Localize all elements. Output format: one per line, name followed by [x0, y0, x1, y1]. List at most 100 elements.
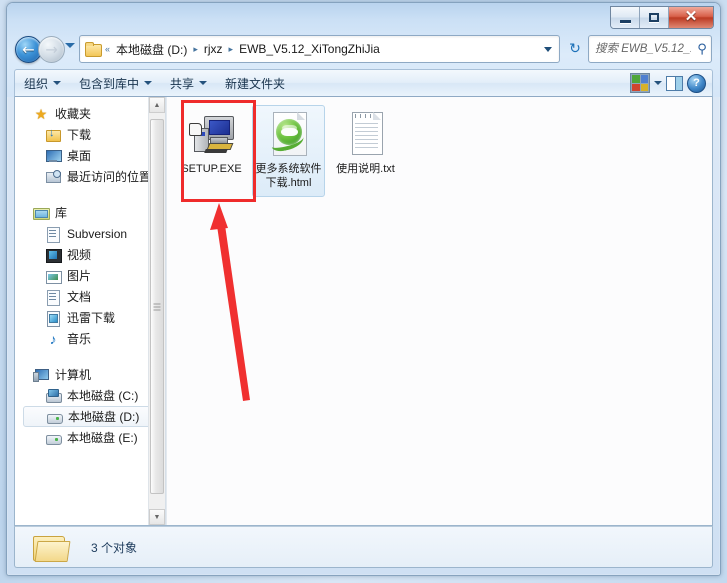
- chevron-down-icon[interactable]: [654, 81, 662, 85]
- xunlei-download-icon: [45, 310, 61, 327]
- chevron-right-icon[interactable]: ▸: [225, 44, 238, 55]
- keyboard-shadow-part: [203, 149, 228, 153]
- scrollbar-up-button[interactable]: ▲: [149, 97, 165, 113]
- sidebar-label-drive-e: 本地磁盘 (E:): [67, 431, 138, 445]
- scrollbar-thumb[interactable]: [150, 119, 164, 494]
- sidebar-label-drive-d: 本地磁盘 (D:): [68, 410, 140, 424]
- toolbar-new-folder[interactable]: 新建文件夹: [216, 70, 294, 96]
- chevron-down-icon[interactable]: [544, 46, 552, 52]
- refresh-button[interactable]: ↻: [563, 35, 587, 61]
- sidebar-item-favorites[interactable]: ★ 收藏夹: [15, 103, 165, 124]
- maximize-icon: [649, 13, 659, 22]
- title-bar: ✕: [7, 3, 720, 31]
- sidebar-label-downloads: 下载: [67, 128, 92, 142]
- navigation-pane-scrollbar[interactable]: ▲ ▼: [148, 97, 165, 525]
- sidebar-label-drive-c: 本地磁盘 (C:): [67, 389, 139, 403]
- sidebar-label-recent-places: 最近访问的位置: [67, 170, 152, 184]
- text-lines-part: [354, 123, 378, 149]
- toolbar-include-in-library[interactable]: 包含到库中: [70, 70, 161, 96]
- chevron-right-icon[interactable]: ▸: [189, 44, 202, 55]
- file-list-pane[interactable]: SETUP.EXE 更多系统软件下载.html 使用说明.txt: [166, 97, 712, 525]
- sidebar-label-favorites: 收藏夹: [55, 107, 92, 121]
- file-grid: SETUP.EXE 更多系统软件下载.html 使用说明.txt: [167, 97, 712, 197]
- minimize-button[interactable]: [611, 7, 640, 28]
- chevron-down-icon: [199, 81, 208, 85]
- toolbar-organize[interactable]: 组织: [15, 70, 70, 96]
- view-tile-4: [640, 83, 648, 91]
- breadcrumb-overflow[interactable]: «: [101, 44, 114, 54]
- sidebar-label-xunlei-download: 迅雷下载: [67, 311, 116, 325]
- music-icon: ♪: [49, 330, 57, 347]
- maximize-button[interactable]: [640, 7, 669, 28]
- close-button[interactable]: ✕: [669, 7, 713, 28]
- address-bar[interactable]: « 本地磁盘 (D:) ▸ rjxz ▸ EWB_V5.12_XiTongZhi…: [79, 35, 560, 63]
- sidebar-item-desktop[interactable]: 桌面: [15, 145, 165, 166]
- document-icon: [45, 226, 61, 243]
- desktop-icon: [45, 148, 62, 164]
- breadcrumb-item-rjxz[interactable]: rjxz: [202, 42, 225, 56]
- change-view-icon[interactable]: [630, 73, 650, 93]
- setup-exe-icon: [188, 110, 236, 158]
- hand-part: [188, 123, 202, 136]
- sidebar-label-music: 音乐: [67, 332, 92, 346]
- file-item-html[interactable]: 更多系统软件下载.html: [252, 105, 325, 197]
- downloads-folder-icon: [45, 127, 61, 143]
- pane-left: [667, 76, 675, 90]
- document-icon: [45, 289, 61, 306]
- sidebar-item-libraries[interactable]: 库: [15, 202, 165, 223]
- nav-group-libraries: 库 Subversion 视频 图片 文档 迅雷下载 ♪ 音乐: [15, 202, 165, 349]
- sidebar-label-pictures: 图片: [67, 269, 92, 283]
- item-count-label: 3 个对象: [91, 540, 138, 555]
- sidebar-item-recent-places[interactable]: 最近访问的位置: [15, 166, 165, 187]
- toolbar-new-folder-label: 新建文件夹: [225, 76, 286, 91]
- breadcrumb-item-current[interactable]: EWB_V5.12_XiTongZhiJia: [237, 42, 382, 56]
- file-label: SETUP.EXE: [181, 163, 242, 175]
- view-tile-1: [632, 75, 640, 83]
- toolbar-organize-label: 组织: [24, 76, 49, 91]
- sidebar-item-computer[interactable]: 计算机: [15, 364, 165, 385]
- scrollbar-down-button[interactable]: ▼: [149, 509, 165, 525]
- sidebar-item-drive-d[interactable]: 本地磁盘 (D:): [23, 406, 161, 427]
- file-label: 使用说明.txt: [336, 163, 395, 175]
- recent-pages-dropdown[interactable]: [65, 43, 75, 48]
- sidebar-item-downloads[interactable]: 下载: [15, 124, 165, 145]
- nav-group-computer: 计算机 本地磁盘 (C:) 本地磁盘 (D:) 本地磁盘 (E:): [15, 364, 165, 448]
- search-icon: ⚲: [697, 41, 707, 56]
- drive-icon: [46, 409, 63, 425]
- sidebar-item-drive-e[interactable]: 本地磁盘 (E:): [15, 427, 165, 448]
- preview-pane-icon[interactable]: [666, 75, 683, 91]
- nav-divider: [15, 351, 165, 364]
- view-tile-2: [640, 75, 648, 83]
- library-folder-icon: [33, 205, 50, 221]
- window-controls: ✕: [610, 6, 714, 29]
- explorer-window: ✕ ← → « 本地磁盘 (D:) ▸ rjxz ▸ EWB_V5.12_XiT…: [6, 2, 721, 576]
- sidebar-item-drive-c[interactable]: 本地磁盘 (C:): [15, 385, 165, 406]
- sidebar-item-pictures[interactable]: 图片: [15, 265, 165, 286]
- sidebar-item-music[interactable]: ♪ 音乐: [15, 328, 165, 349]
- page-fold-part: [296, 112, 305, 120]
- star-icon: ★: [34, 105, 48, 122]
- command-toolbar: 组织 包含到库中 共享 新建文件夹 ?: [14, 69, 713, 97]
- help-icon[interactable]: ?: [687, 73, 706, 93]
- sidebar-item-xunlei-download[interactable]: 迅雷下载: [15, 307, 165, 328]
- toolbar-include-in-library-label: 包含到库中: [79, 76, 140, 91]
- video-icon: [45, 247, 62, 263]
- view-tile-3: [632, 83, 640, 91]
- sidebar-item-subversion[interactable]: Subversion: [15, 223, 165, 244]
- folder-icon: [85, 42, 102, 57]
- forward-button[interactable]: →: [38, 36, 65, 63]
- refresh-icon: ↻: [569, 39, 581, 56]
- minimize-icon: [619, 19, 631, 23]
- sidebar-item-videos[interactable]: 视频: [15, 244, 165, 265]
- file-item-setup-exe[interactable]: SETUP.EXE: [175, 105, 248, 197]
- close-icon: ✕: [684, 9, 698, 25]
- sidebar-label-videos: 视频: [67, 248, 92, 262]
- breadcrumb-item-drive[interactable]: 本地磁盘 (D:): [114, 41, 189, 58]
- pictures-icon: [45, 268, 62, 284]
- toolbar-share[interactable]: 共享: [161, 70, 216, 96]
- sidebar-item-documents[interactable]: 文档: [15, 286, 165, 307]
- file-item-txt[interactable]: 使用说明.txt: [329, 105, 402, 197]
- search-input[interactable]: [589, 42, 693, 56]
- folder-icon: [33, 532, 71, 562]
- search-box[interactable]: ⚲: [588, 35, 712, 63]
